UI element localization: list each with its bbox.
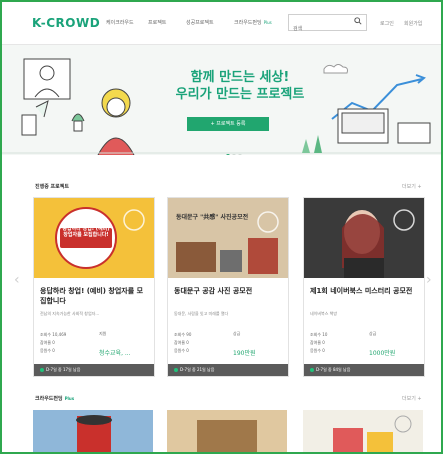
project-card[interactable]: 동대문구 "共感" 사진공모전 동대문구 공감 사진 공모전 동대문, 사람을 … [167, 197, 289, 377]
nav-item-about[interactable]: 케이크라우드 [106, 19, 134, 26]
site-logo[interactable]: K-CROWD [32, 16, 100, 30]
site-header: K-CROWD 케이크라우드 프로젝트 성공프로젝트 크라우드펀딩Plus 로그… [2, 2, 441, 45]
section-title-ongoing: 진행중 프로젝트 [35, 184, 69, 190]
card-title[interactable]: 동대문구 공감 사진 공모전 [174, 286, 282, 296]
deadline-bar: D-7일 중 21일 남음 [168, 364, 288, 376]
poster-text: 동대문구 "共感" 사진공모전 [176, 214, 249, 221]
status-dot-icon [40, 368, 44, 372]
deadline-bar: D-7일 중 84일 남음 [304, 364, 424, 376]
card-thumbnail: 응답하라 창업! (예비)창업자를 모집합니다! [34, 198, 154, 278]
search-box [288, 14, 367, 36]
search-icon[interactable] [354, 17, 362, 25]
card-thumbnail [304, 198, 424, 278]
stat-views: 조회수 90 [174, 332, 192, 337]
chevron-left-icon[interactable]: ‹ [14, 272, 20, 288]
funding-graphic [76, 415, 112, 452]
poster-graphic [55, 207, 145, 269]
hero-title-line1: 함께 만드는 세상! [190, 70, 290, 85]
carousel-dot[interactable] [226, 154, 230, 155]
funding-card-thumbnail[interactable] [303, 410, 423, 452]
carousel-dots [226, 143, 244, 155]
nav-item-success[interactable]: 성공프로젝트 [186, 19, 214, 26]
browser-frame: K-CROWD 케이크라우드 프로젝트 성공프로젝트 크라우드펀딩Plus 로그… [0, 0, 443, 454]
stat-views: 조회수 10 [310, 332, 328, 337]
poster-graphic [304, 198, 424, 278]
card-stats: 조회수 10,469 참여율 0 응원수 0 [40, 331, 66, 355]
deadline-text: D-7일 중 17일 남음 [46, 367, 81, 372]
amount-label: 지원 [99, 331, 107, 336]
card-subtitle: 동대문, 사람을 잇고 미래를 열다 [174, 311, 229, 316]
search-input[interactable] [289, 22, 351, 36]
funding-card-thumbnail[interactable] [33, 410, 153, 452]
nav-item-projects[interactable]: 프로젝트 [148, 19, 166, 26]
project-card[interactable]: 제1회 네이버북스 미스터리 공모전 네이버북스 책방 조회수 10 참여율 0… [303, 197, 425, 377]
stat-participation: 참여율 0 [40, 340, 55, 345]
amount-value: 1000만원 [369, 350, 396, 357]
deadline-bar: D-7일 중 17일 남음 [34, 364, 154, 376]
nav-item-label: 크라우드펀딩 [234, 20, 262, 26]
deadline-text: D-7일 중 84일 남음 [316, 367, 351, 372]
hero-title-line2: 우리가 만드는 프로젝트 [175, 87, 305, 102]
funding-graphic [167, 410, 287, 452]
more-link-ongoing[interactable]: 더보기 + [402, 183, 422, 190]
stat-cheers: 응원수 0 [40, 348, 55, 353]
chevron-right-icon[interactable]: › [426, 272, 432, 288]
section-title-crowdfunding: 크라우드펀딩 Plus [35, 395, 74, 402]
deadline-text: D-7일 중 21일 남음 [180, 367, 215, 372]
hero-title: 함께 만드는 세상! 우리가 만드는 프로젝트 [150, 69, 330, 103]
login-link[interactable]: 로그인 [380, 20, 394, 27]
poster-graphic [168, 198, 288, 278]
funding-card-thumbnail[interactable] [167, 410, 287, 452]
stat-participation: 참여율 0 [310, 340, 325, 345]
signup-link[interactable]: 회원가입 [404, 20, 422, 27]
stat-cheers: 응원수 0 [174, 348, 189, 353]
funding-graphic [333, 415, 412, 452]
amount-value: 190만원 [233, 350, 256, 357]
stat-views: 조회수 10,469 [40, 332, 67, 337]
hero-banner: 함께 만드는 세상! 우리가 만드는 프로젝트 + 프로젝트 등록 [2, 45, 441, 155]
card-thumbnail: 동대문구 "共感" 사진공모전 [168, 198, 288, 278]
nav-item-crowdfunding[interactable]: 크라우드펀딩 Plus [234, 19, 272, 26]
plus-badge: Plus [263, 20, 272, 25]
card-subtitle: 전남의 지속가능한 사회적 창업자... [40, 311, 100, 316]
card-stats: 조회수 10 참여율 0 응원수 0 [310, 331, 327, 355]
card-stats: 조회수 90 참여율 0 응원수 0 [174, 331, 191, 355]
stat-cheers: 응원수 0 [310, 348, 325, 353]
plus-badge: Plus [64, 396, 75, 401]
section-title-label: 크라우드펀딩 [35, 396, 63, 402]
stat-participation: 참여율 0 [174, 340, 189, 345]
poster-text: 응답하라 창업! (예비)창업자를 모집합니다! [62, 226, 110, 238]
register-project-button[interactable]: + 프로젝트 등록 [187, 117, 269, 131]
status-dot-icon [174, 368, 178, 372]
amount-value: 청수교육, ... [99, 350, 131, 357]
card-title[interactable]: 제1회 네이버북스 미스터리 공모전 [310, 286, 418, 296]
carousel-dot[interactable] [232, 154, 236, 155]
more-link-crowdfunding[interactable]: 더보기 + [402, 395, 422, 402]
carousel-dot[interactable] [238, 154, 242, 155]
card-subtitle: 네이버북스 책방 [310, 311, 338, 316]
status-dot-icon [310, 368, 314, 372]
amount-label: 상금 [369, 331, 377, 336]
project-card[interactable]: 응답하라 창업! (예비)창업자를 모집합니다! 응답하라 창업! (예비) 창… [33, 197, 155, 377]
amount-label: 상금 [233, 331, 241, 336]
card-title[interactable]: 응답하라 창업! (예비) 창업자를 모집합니다 [40, 286, 148, 306]
